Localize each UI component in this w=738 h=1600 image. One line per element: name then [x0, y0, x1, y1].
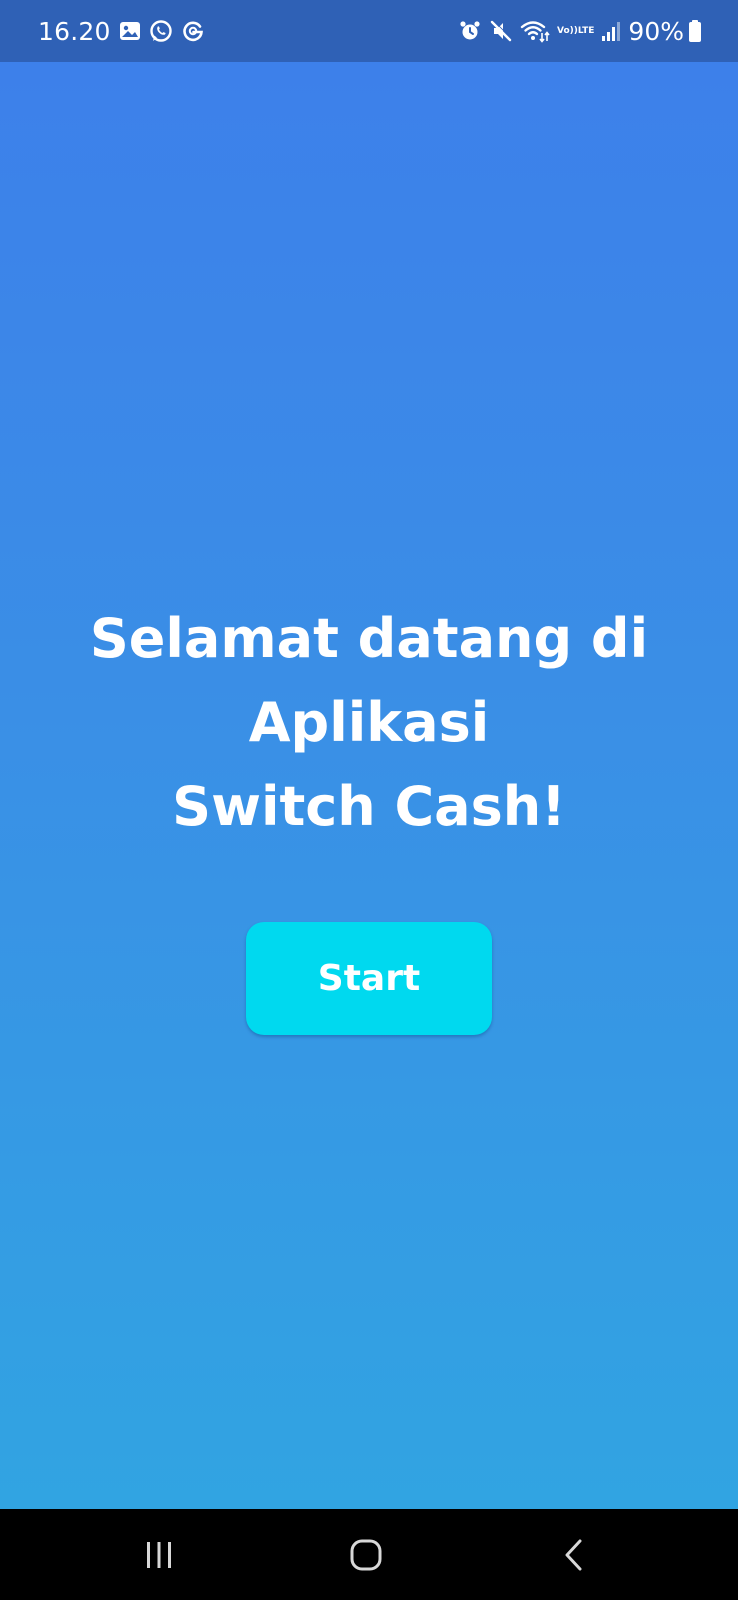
recent-apps-icon[interactable] [119, 1527, 199, 1583]
status-bar: 16.20 Vo)) LTE 90% [0, 0, 738, 62]
signal-icon [601, 20, 621, 42]
navigation-bar [0, 1509, 738, 1600]
volte-label: Vo)) [556, 25, 578, 36]
g-icon [181, 19, 205, 43]
alarm-icon [458, 19, 482, 43]
home-icon[interactable] [326, 1527, 406, 1583]
welcome-line-2: Aplikasi [248, 691, 490, 754]
welcome-headline: Selamat datang di Aplikasi Switch Cash! [0, 597, 738, 849]
status-time: 16.20 [38, 16, 111, 46]
welcome-line-3: Switch Cash! [172, 775, 566, 838]
welcome-screen: Selamat datang di Aplikasi Switch Cash! … [0, 62, 738, 1509]
lte-label: LTE [577, 25, 595, 36]
mute-icon [489, 19, 513, 43]
battery-icon [688, 19, 702, 43]
gallery-icon [119, 21, 141, 41]
battery-percent: 90% [628, 16, 684, 46]
volte-icon: Vo)) LTE [556, 25, 595, 36]
wifi-icon [520, 19, 550, 43]
welcome-line-1: Selamat datang di [89, 607, 649, 670]
status-right: Vo)) LTE 90% [458, 17, 702, 46]
start-button[interactable]: Start [246, 922, 492, 1035]
back-icon[interactable] [534, 1527, 614, 1583]
status-left: 16.20 [38, 17, 205, 46]
whatsapp-icon [149, 19, 173, 43]
